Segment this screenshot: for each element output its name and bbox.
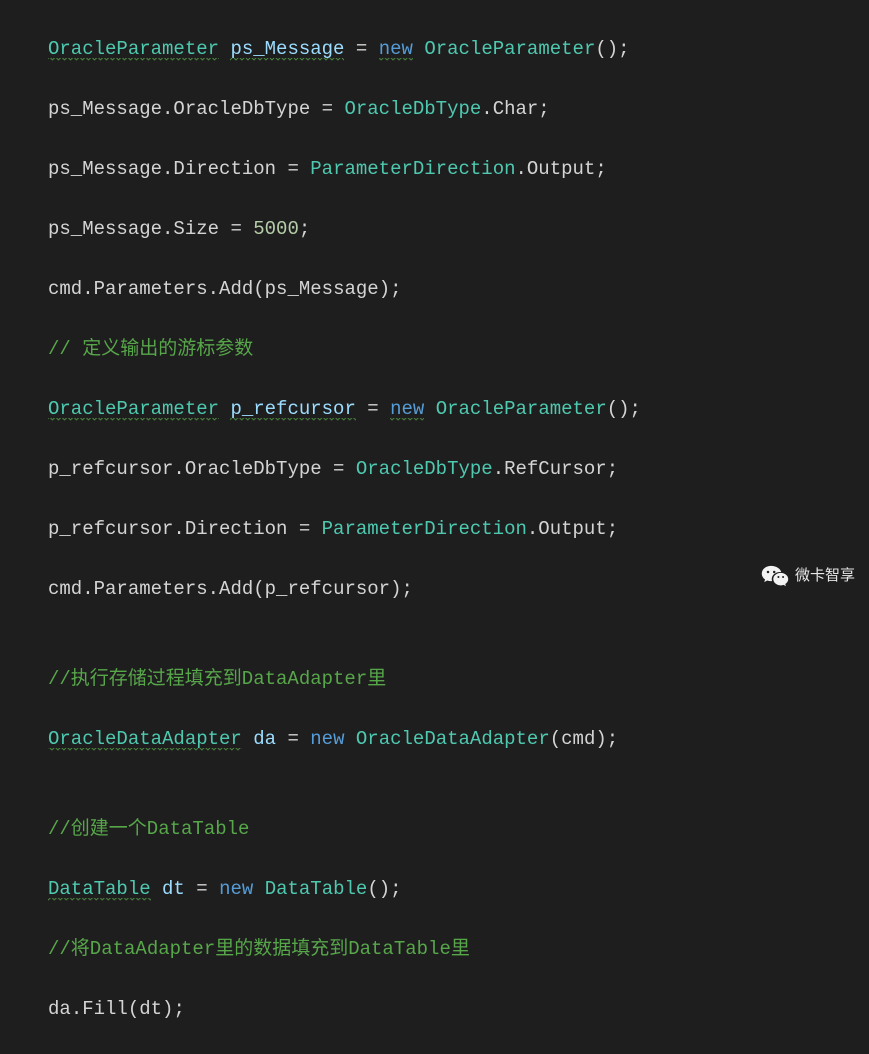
var: p_refcursor	[48, 518, 173, 540]
type-token: DataTable	[265, 878, 368, 900]
code-line: OracleParameter p_refcursor = new Oracle…	[48, 394, 869, 424]
type-token: OracleParameter	[424, 38, 595, 60]
code-line: da.Fill(dt);	[48, 994, 869, 1024]
comment: // 定义输出的游标参数	[48, 338, 253, 360]
type-token: OracleParameter	[48, 38, 219, 61]
code-line: // 定义输出的游标参数	[48, 334, 869, 364]
var: p_refcursor	[48, 458, 173, 480]
comment: //创建一个DataTable	[48, 818, 249, 840]
watermark: 微卡智享	[761, 561, 855, 591]
arg: p_refcursor	[265, 578, 390, 600]
type-token: ParameterDirection	[310, 158, 515, 180]
text: .OracleDbType =	[173, 458, 355, 480]
keyword-new: new	[310, 728, 344, 750]
var: ps_Message	[48, 158, 162, 180]
punct: );	[162, 998, 185, 1020]
code-editor[interactable]: OracleParameter ps_Message = new OracleP…	[0, 0, 869, 1054]
var-decl: da	[253, 728, 276, 750]
punct: ();	[607, 398, 641, 420]
text: .Parameters.Add(	[82, 578, 264, 600]
code-line: p_refcursor.OracleDbType = OracleDbType.…	[48, 454, 869, 484]
var: cmd	[48, 578, 82, 600]
type-token: OracleDbType	[344, 98, 481, 120]
punct: ;	[299, 218, 310, 240]
arg: ps_Message	[265, 278, 379, 300]
text: .Output;	[527, 518, 618, 540]
text: .RefCursor;	[493, 458, 618, 480]
punct: (cmd);	[550, 728, 618, 750]
text: .Parameters.Add(	[82, 278, 264, 300]
type-token: DataTable	[48, 878, 151, 901]
var-decl: ps_Message	[230, 38, 344, 61]
code-line: //执行存储过程填充到DataAdapter里	[48, 664, 869, 694]
code-line: ps_Message.Direction = ParameterDirectio…	[48, 154, 869, 184]
comment: //将DataAdapter里的数据填充到DataTable里	[48, 938, 470, 960]
op: =	[185, 878, 219, 900]
code-line: DataTable dt = new DataTable();	[48, 874, 869, 904]
op: =	[276, 728, 310, 750]
type-token: OracleDataAdapter	[48, 728, 242, 751]
code-line: OracleDataAdapter da = new OracleDataAda…	[48, 724, 869, 754]
var: ps_Message	[48, 98, 162, 120]
text: .Fill(	[71, 998, 139, 1020]
wechat-icon	[761, 564, 789, 588]
type-token: OracleDataAdapter	[356, 728, 550, 750]
keyword-new: new	[390, 398, 424, 421]
type-token: OracleParameter	[436, 398, 607, 420]
text: .Direction =	[173, 518, 321, 540]
var: cmd	[48, 278, 82, 300]
text: .Char;	[481, 98, 549, 120]
comment: //执行存储过程填充到DataAdapter里	[48, 668, 386, 690]
keyword-new: new	[379, 38, 413, 61]
type-token: OracleParameter	[48, 398, 219, 421]
text: .Direction =	[162, 158, 310, 180]
op: =	[356, 398, 390, 420]
text: .OracleDbType =	[162, 98, 344, 120]
var-decl: dt	[162, 878, 185, 900]
code-line: OracleParameter ps_Message = new OracleP…	[48, 34, 869, 64]
code-line: ps_Message.OracleDbType = OracleDbType.C…	[48, 94, 869, 124]
op: =	[344, 38, 378, 60]
code-line: cmd.Parameters.Add(ps_Message);	[48, 274, 869, 304]
text: .Size =	[162, 218, 253, 240]
var: da	[48, 998, 71, 1020]
punct: );	[379, 278, 402, 300]
punct: ();	[595, 38, 629, 60]
type-token: ParameterDirection	[322, 518, 527, 540]
code-line: //创建一个DataTable	[48, 814, 869, 844]
type-token: OracleDbType	[356, 458, 493, 480]
keyword-new: new	[219, 878, 253, 900]
code-line: //将DataAdapter里的数据填充到DataTable里	[48, 934, 869, 964]
code-line: cmd.Parameters.Add(p_refcursor);	[48, 574, 869, 604]
text: .Output;	[516, 158, 607, 180]
var: ps_Message	[48, 218, 162, 240]
punct: );	[390, 578, 413, 600]
code-line: p_refcursor.Direction = ParameterDirecti…	[48, 514, 869, 544]
watermark-text: 微卡智享	[795, 561, 855, 591]
var-decl: p_refcursor	[230, 398, 355, 421]
punct: ();	[367, 878, 401, 900]
arg: dt	[139, 998, 162, 1020]
number: 5000	[253, 218, 299, 240]
code-line: ps_Message.Size = 5000;	[48, 214, 869, 244]
